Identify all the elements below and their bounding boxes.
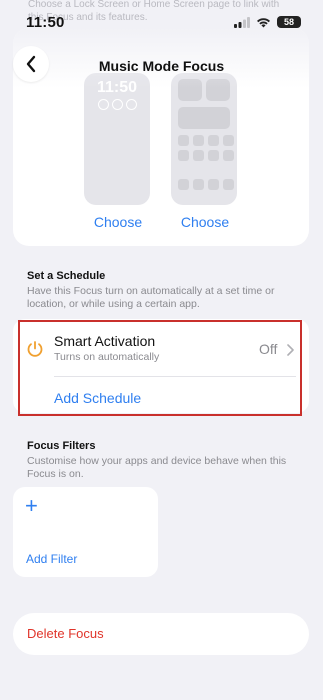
battery-indicator: 58 <box>277 16 301 28</box>
signal-icon <box>234 16 250 28</box>
plus-icon: + <box>25 493 38 518</box>
choose-lock-screen-button[interactable]: Choose <box>73 214 163 230</box>
filters-section-description: Customise how your apps and device behav… <box>27 455 287 480</box>
lock-screen-preview[interactable]: 11:50 <box>84 73 150 205</box>
chevron-right-icon <box>287 343 294 361</box>
smart-activation-value[interactable]: Off <box>259 341 277 357</box>
schedule-section-description: Have this Focus turn on automatically at… <box>27 285 275 310</box>
home-screen-preview[interactable] <box>171 73 237 205</box>
choose-home-screen-button[interactable]: Choose <box>160 214 250 230</box>
smart-activation-icon <box>26 340 44 363</box>
page-title: Music Mode Focus <box>98 58 225 74</box>
schedule-section-title: Set a Schedule <box>27 270 106 282</box>
status-icons: 58 <box>234 16 301 28</box>
delete-focus-button[interactable]: Delete Focus <box>13 613 309 655</box>
add-filter-label: Add Filter <box>26 552 78 566</box>
add-schedule-button[interactable]: Add Schedule <box>54 390 141 406</box>
add-filter-card[interactable]: + Add Filter <box>13 487 158 577</box>
smart-activation-subtitle: Turns on automatically <box>54 351 160 363</box>
lock-widgets <box>84 99 150 110</box>
filters-section-title: Focus Filters <box>27 440 96 452</box>
wifi-icon <box>257 17 270 27</box>
delete-focus-label: Delete Focus <box>27 626 104 641</box>
divider <box>54 376 296 377</box>
smart-activation-label[interactable]: Smart Activation <box>54 333 155 349</box>
